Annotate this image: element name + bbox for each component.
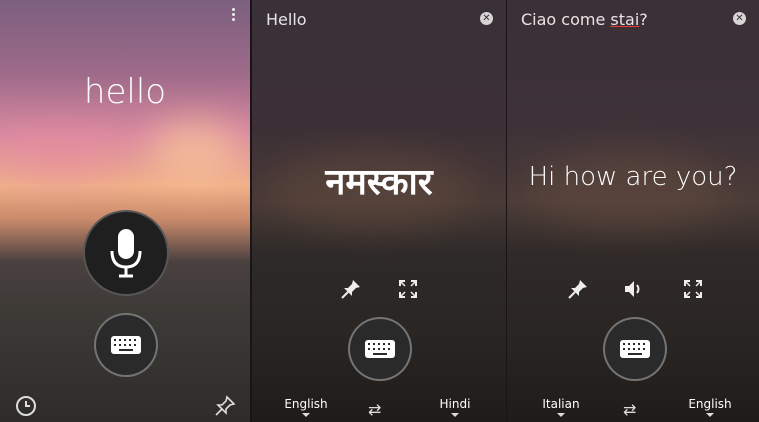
- panel-voice-input: hello: [0, 0, 250, 422]
- spellcheck-word[interactable]: stai: [610, 10, 639, 29]
- chevron-down-icon: [557, 413, 565, 417]
- more-vert-icon[interactable]: [232, 8, 236, 23]
- source-language-selector[interactable]: English: [271, 397, 341, 417]
- keyboard-icon: [365, 340, 395, 358]
- target-language-selector[interactable]: Hindi: [420, 397, 490, 417]
- speaker-icon[interactable]: [623, 279, 645, 299]
- keyboard-button[interactable]: [348, 317, 412, 381]
- background-glow: [0, 130, 120, 180]
- target-language-label: English: [688, 397, 732, 411]
- target-language-selector[interactable]: English: [675, 397, 745, 417]
- source-language-label: Italian: [542, 397, 580, 411]
- fullscreen-icon[interactable]: [683, 279, 703, 299]
- source-language-selector[interactable]: Italian: [526, 397, 596, 417]
- keyboard-icon: [111, 336, 141, 354]
- microphone-icon: [110, 229, 142, 278]
- background-glow: [150, 120, 240, 180]
- chevron-down-icon: [302, 413, 310, 417]
- spoken-phrase: hello: [83, 72, 167, 112]
- keyboard-icon: [620, 340, 650, 358]
- keyboard-button[interactable]: [603, 317, 667, 381]
- pin-icon[interactable]: [567, 278, 589, 300]
- source-text-prefix: Ciao come: [521, 10, 611, 29]
- source-text: Ciao come stai?: [521, 10, 648, 29]
- chevron-down-icon: [706, 413, 714, 417]
- target-language-label: Hindi: [439, 397, 471, 411]
- fullscreen-icon[interactable]: [398, 279, 418, 299]
- swap-icon[interactable]: ⇄: [623, 400, 636, 419]
- panel-translation-hindi: Hello ✕ नमस्कार English ⇄ Hindi: [252, 0, 506, 422]
- keyboard-button[interactable]: [94, 313, 158, 377]
- microphone-button[interactable]: [83, 210, 169, 296]
- swap-icon[interactable]: ⇄: [368, 400, 381, 419]
- translated-text: नमस्कार: [325, 162, 433, 203]
- screenshot-collage: hello Hello ✕ नमस्कार English ⇄ Hindi Ci…: [0, 0, 759, 422]
- close-icon[interactable]: ✕: [733, 12, 746, 25]
- panel-translation-english: Ciao come stai? ✕ Hi how are you? Italia…: [507, 0, 759, 422]
- pin-icon[interactable]: [340, 278, 362, 300]
- close-icon[interactable]: ✕: [480, 12, 493, 25]
- translated-text: Hi how are you?: [528, 162, 738, 192]
- source-text-suffix: ?: [639, 10, 648, 29]
- history-icon[interactable]: [15, 395, 37, 417]
- source-language-label: English: [284, 397, 328, 411]
- chevron-down-icon: [451, 413, 459, 417]
- pin-icon[interactable]: [214, 395, 236, 417]
- source-text: Hello: [266, 10, 307, 29]
